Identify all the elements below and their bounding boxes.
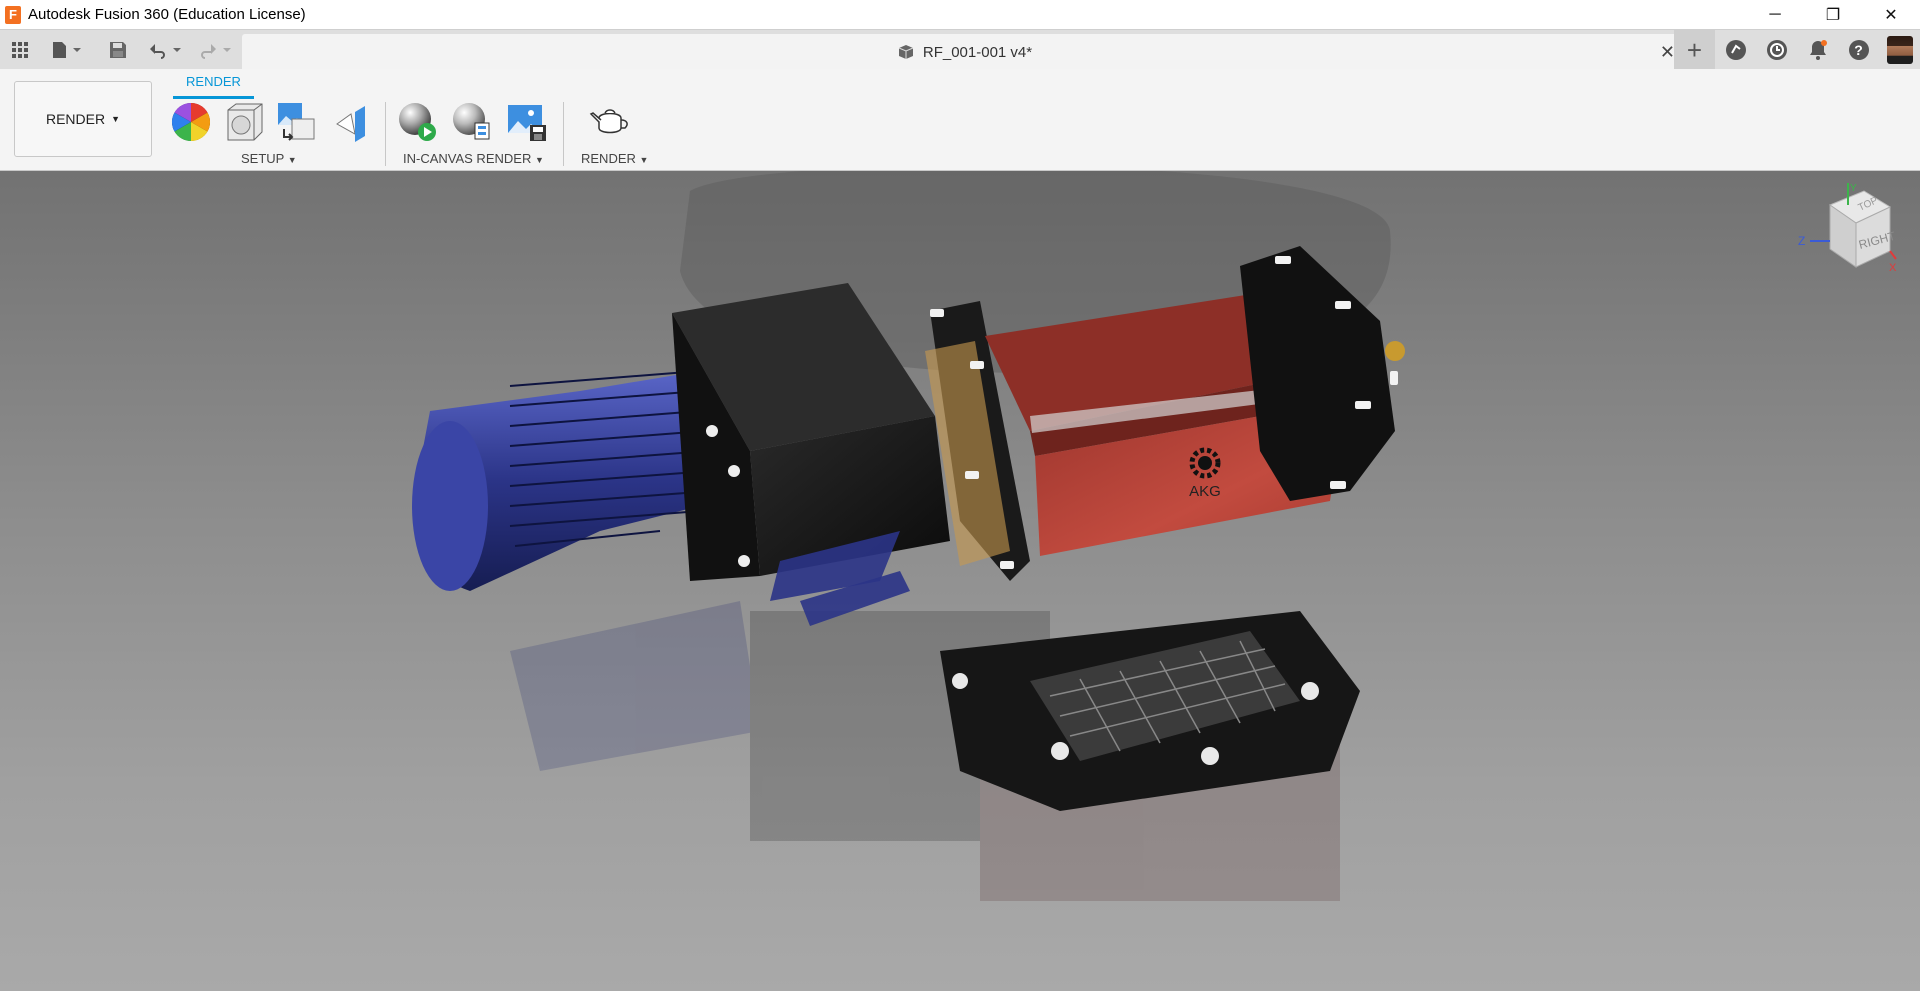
save-icon[interactable] [106, 30, 130, 70]
avatar-image [1886, 36, 1913, 64]
view-cube[interactable]: TOP RIGHT Y Z X [1790, 181, 1900, 291]
toolbar: RENDER ▼ RENDER SETUP ▼ IN-CANVAS RENDER… [0, 69, 1920, 171]
workspace-switcher-button[interactable]: RENDER ▼ [14, 81, 152, 157]
in-canvas-render-group-label[interactable]: IN-CANVAS RENDER ▼ [403, 151, 544, 166]
separator [385, 102, 386, 166]
setup-group-label[interactable]: SETUP ▼ [241, 151, 297, 166]
minimize-button[interactable]: ─ [1746, 0, 1804, 29]
help-icon[interactable]: ? [1838, 30, 1879, 70]
rendered-model-scene: AKG [412, 171, 1405, 901]
undo-icon[interactable] [146, 30, 186, 70]
akg-logo-text: AKG [1189, 483, 1221, 500]
texture-map-controls-icon[interactable] [276, 101, 318, 143]
close-tab-icon[interactable]: ✕ [1660, 42, 1675, 63]
user-avatar[interactable] [1879, 30, 1920, 70]
document-tab[interactable]: RF_001-001 v4* ✕ [242, 34, 1687, 70]
render-group-label[interactable]: RENDER ▼ [581, 151, 648, 166]
canvas-viewport[interactable]: AKG TOP RIGHT Y Z X [0, 171, 1920, 991]
x-axis-label: X [1889, 262, 1897, 274]
in-canvas-render-settings-icon[interactable] [451, 101, 493, 143]
window-title: Autodesk Fusion 360 (Education License) [28, 6, 306, 23]
chevron-down-icon: ▼ [111, 114, 121, 124]
render-teapot-icon[interactable] [589, 101, 631, 143]
tab-render[interactable]: RENDER [173, 74, 254, 89]
window-controls: ─ ❐ ✕ [1746, 0, 1920, 29]
capture-image-icon[interactable] [506, 101, 548, 143]
fusion-app-icon: F [5, 5, 21, 24]
new-tab-button[interactable]: + [1674, 30, 1715, 70]
active-tab-indicator [173, 96, 254, 99]
header-right-icons: + ? [1674, 30, 1920, 70]
document-title: RF_001-001 v4* [922, 43, 1033, 61]
scene-settings-icon[interactable] [223, 101, 265, 143]
file-menu-icon[interactable] [48, 30, 88, 70]
redo-icon[interactable] [196, 30, 236, 70]
extensions-icon[interactable] [1715, 30, 1756, 70]
appearance-color-wheel-icon[interactable] [170, 101, 212, 143]
close-window-button[interactable]: ✕ [1862, 0, 1920, 29]
decal-icon[interactable] [330, 101, 372, 143]
tab-bar: RF_001-001 v4* ✕ + ? [0, 29, 1920, 70]
in-canvas-render-start-icon[interactable] [397, 101, 439, 143]
component-icon [898, 45, 914, 59]
workspace-label: RENDER [45, 111, 106, 127]
job-status-clock-icon[interactable] [1756, 30, 1797, 70]
data-panel-grid-icon[interactable] [8, 30, 32, 70]
y-axis-label: Y [1850, 183, 1857, 194]
title-bar: F Autodesk Fusion 360 (Education License… [0, 0, 1920, 29]
restore-button[interactable]: ❐ [1804, 0, 1862, 29]
motor-body [412, 370, 720, 591]
z-axis-label: Z [1798, 234, 1805, 248]
separator [563, 102, 564, 166]
notifications-bell-icon[interactable] [1797, 30, 1838, 70]
